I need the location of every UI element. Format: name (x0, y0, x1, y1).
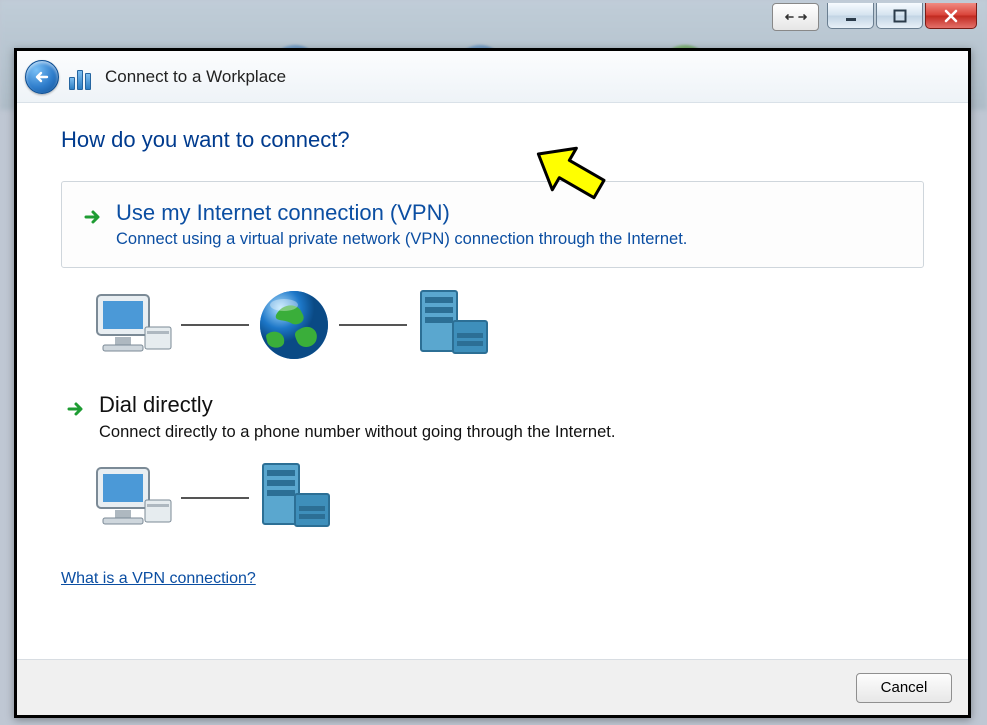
option-dial-title: Dial directly (99, 392, 615, 418)
vpn-illustration (89, 286, 924, 364)
dialog-title: Connect to a Workplace (105, 67, 286, 87)
close-icon (943, 9, 959, 23)
page-heading: How do you want to connect? (61, 127, 924, 153)
option-vpn-desc: Connect using a virtual private network … (116, 230, 687, 249)
option-dial-desc: Connect directly to a phone number witho… (99, 423, 615, 442)
option-dial[interactable]: Dial directly Connect directly to a phon… (61, 392, 924, 441)
double-arrow-icon (785, 10, 807, 24)
go-arrow-icon (65, 398, 87, 420)
option-vpn[interactable]: Use my Internet connection (VPN) Connect… (61, 181, 924, 268)
dial-illustration (89, 460, 924, 536)
cancel-button[interactable]: Cancel (856, 673, 952, 703)
maximize-button[interactable] (876, 3, 923, 29)
computer-icon (89, 289, 175, 361)
computer-icon (89, 462, 175, 534)
option-vpn-title: Use my Internet connection (VPN) (116, 200, 687, 226)
dialog-body: How do you want to connect? Use my Inter… (17, 103, 968, 659)
maximize-icon (893, 9, 907, 23)
server-icon (255, 460, 339, 536)
back-button[interactable] (25, 60, 59, 94)
window-buttons (772, 3, 977, 33)
wizard-dialog: Connect to a Workplace How do you want t… (14, 48, 971, 718)
dialog-header: Connect to a Workplace (17, 51, 968, 103)
go-arrow-icon (82, 206, 104, 228)
minimize-button[interactable] (827, 3, 874, 29)
globe-icon (255, 286, 333, 364)
close-button[interactable] (925, 3, 977, 29)
nav-prevnext-button[interactable] (772, 3, 819, 31)
dialog-footer: Cancel (17, 659, 968, 715)
workplace-icon (69, 64, 95, 90)
minimize-icon (844, 9, 858, 23)
help-link-vpn[interactable]: What is a VPN connection? (61, 570, 256, 588)
back-arrow-icon (32, 67, 52, 87)
server-icon (413, 287, 497, 363)
